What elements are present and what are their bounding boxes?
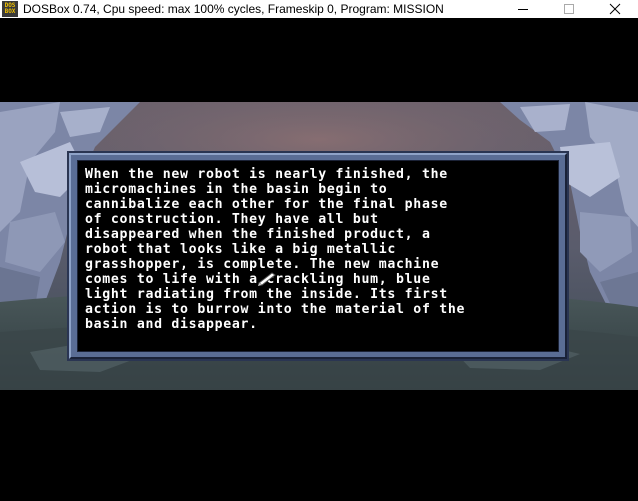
game-screen[interactable]: When the new robot is nearly finished, t…: [0, 18, 638, 501]
dosbox-icon: DOS BOX: [2, 1, 18, 17]
title-bar[interactable]: DOS BOX DOSBox 0.74, Cpu speed: max 100%…: [0, 0, 638, 18]
story-text-panel: When the new robot is nearly finished, t…: [77, 160, 559, 352]
dosbox-window: DOS BOX DOSBox 0.74, Cpu speed: max 100%…: [0, 0, 638, 501]
window-controls: [500, 0, 638, 18]
story-line: disappeared when the finished product, a: [85, 227, 431, 242]
minimize-button[interactable]: [500, 0, 546, 18]
story-line: basin and disappear.: [85, 317, 258, 332]
close-button[interactable]: [592, 0, 638, 18]
pointer-cursor-icon: [258, 272, 276, 286]
maximize-icon: [564, 4, 574, 14]
story-line: grasshopper, is complete. The new machin…: [85, 257, 440, 272]
icon-text-bottom: BOX: [4, 8, 16, 15]
maximize-button[interactable]: [546, 0, 592, 18]
story-line: When the new robot is nearly finished, t…: [85, 167, 448, 182]
story-line: micromachines in the basin begin to: [85, 182, 388, 197]
window-title: DOSBox 0.74, Cpu speed: max 100% cycles,…: [23, 2, 444, 16]
close-icon: [609, 3, 621, 15]
story-line: light radiating from the inside. Its fir…: [85, 287, 448, 302]
story-line: of construction. They have all but: [85, 212, 379, 227]
story-line: cannibalize each other for the final pha…: [85, 197, 448, 212]
story-line: action is to burrow into the material of…: [85, 302, 466, 317]
story-line: robot that looks like a big metallic: [85, 242, 397, 257]
minimize-icon: [518, 9, 528, 10]
story-text: When the new robot is nearly finished, t…: [85, 167, 557, 332]
story-dialog: When the new robot is nearly finished, t…: [67, 151, 569, 361]
